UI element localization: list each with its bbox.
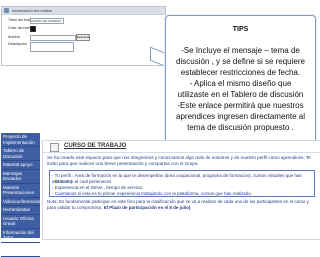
nav-item-material-apoyo[interactable]: Material apoyo bbox=[1, 161, 40, 170]
nav-item-mensajes[interactable]: Mensajes Enviados bbox=[1, 170, 40, 184]
link-info-panel: Información del enlace Título del enlace… bbox=[1, 6, 166, 66]
description-input[interactable] bbox=[30, 42, 74, 52]
document-icon bbox=[50, 143, 59, 152]
panel-title-bar: Información del enlace bbox=[2, 7, 165, 15]
profile-box: - Tu perfil : Área de formación en la qu… bbox=[49, 170, 315, 197]
note-deadline: El Plazo de participación es el 8 de jul… bbox=[103, 204, 191, 210]
panel-title: Información del enlace bbox=[12, 8, 53, 13]
nav-item-presentaciones[interactable]: Material Presentaciones bbox=[1, 184, 40, 198]
profile-line-4: - Cuentanos si esta es tu primer experie… bbox=[52, 191, 253, 196]
participation-note: Nota: Es fundamental participar en este … bbox=[47, 199, 314, 210]
file-input[interactable] bbox=[30, 35, 76, 41]
nav-item-proyecto[interactable]: Proyecto de Implementación bbox=[1, 133, 40, 147]
screenshot-root: Información del enlace Título del enlace… bbox=[0, 0, 320, 257]
tips-title: TIPS bbox=[232, 26, 249, 33]
nav-item-oficina-virtual[interactable]: Usuario Oficina virtual bbox=[1, 215, 40, 229]
browse-button[interactable]: Examinar bbox=[76, 34, 90, 41]
field-label-description: Descripción bbox=[8, 42, 27, 46]
left-navigation: Proyecto de Implementación Tablero de Di… bbox=[1, 133, 40, 257]
tips-body: -Se Incluye el mensaje – tema de discusi… bbox=[176, 46, 305, 132]
nav-item-personal[interactable]: Información de personal bbox=[1, 243, 40, 257]
field-label-file: Archivo bbox=[8, 35, 20, 39]
color-swatch[interactable] bbox=[30, 26, 36, 32]
course-header: CURSO DE TRABAJO bbox=[43, 141, 320, 153]
nav-item-tutor[interactable]: Información del Tutor bbox=[1, 229, 40, 243]
nav-item-tablero[interactable]: Tablero de Discusión bbox=[1, 147, 40, 161]
nav-item-herramientas[interactable]: Herramientas bbox=[1, 206, 40, 215]
title-input[interactable]: CURSO DE TRABAJO bbox=[30, 18, 64, 24]
course-window: CURSO DE TRABAJO Se ha creado este espac… bbox=[42, 140, 320, 240]
nav-item-videoconferencias[interactable]: Videoconferencias bbox=[1, 198, 40, 206]
link-icon bbox=[4, 8, 9, 13]
course-intro: Se ha creado este espacio para que nos i… bbox=[47, 155, 311, 166]
profile-line-3: - Experiencia en el SENA , tiempo de ser… bbox=[52, 185, 143, 190]
profile-line-2: - El Centro al cual perteneces bbox=[52, 179, 112, 184]
course-title-link[interactable]: CURSO DE TRABAJO bbox=[64, 143, 126, 149]
